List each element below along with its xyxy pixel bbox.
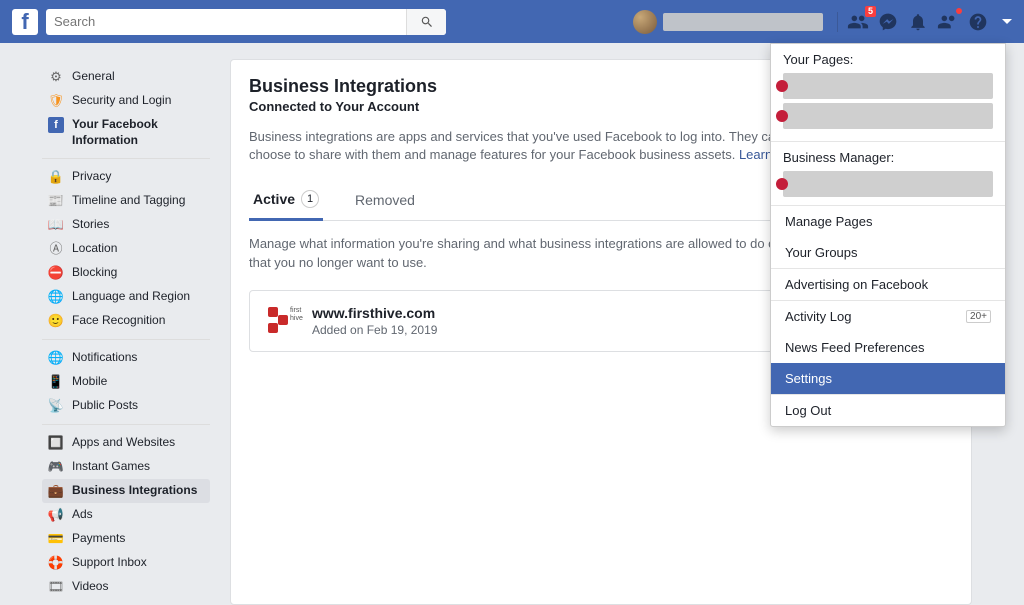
sidebar-item-mobile[interactable]: 📱Mobile <box>42 370 210 394</box>
sidebar-item-videos[interactable]: 🎞Videos <box>42 575 210 599</box>
tab-count: 1 <box>301 190 319 208</box>
dropdown-settings[interactable]: Settings <box>771 363 1005 394</box>
dot-badge <box>956 8 962 14</box>
search-button[interactable] <box>406 9 446 35</box>
timeline-icon: 📰 <box>48 193 64 209</box>
bm-entry-redacted[interactable] <box>783 171 993 197</box>
notifications-icon[interactable] <box>906 10 930 34</box>
dropdown-your-groups[interactable]: Your Groups <box>771 237 1005 268</box>
app-text: www.firsthive.com Added on Feb 19, 2019 <box>312 305 437 337</box>
search-wrap <box>46 9 446 35</box>
separator <box>837 12 838 32</box>
sidebar-item-timeline[interactable]: 📰Timeline and Tagging <box>42 189 210 213</box>
gamepad-icon: 🎮 <box>48 459 64 475</box>
sidebar-item-notifications[interactable]: 🌐Notifications <box>42 346 210 370</box>
sidebar-item-face[interactable]: 🙂Face Recognition <box>42 309 210 333</box>
video-icon: 🎞 <box>48 579 64 595</box>
profile-link[interactable] <box>627 7 829 37</box>
sidebar-item-ads[interactable]: 📢Ads <box>42 503 210 527</box>
sidebar-item-stories[interactable]: 📖Stories <box>42 213 210 237</box>
app-name: www.firsthive.com <box>312 305 437 321</box>
sidebar-item-privacy[interactable]: 🔒Privacy <box>42 165 210 189</box>
globe-icon: 🌐 <box>48 350 64 366</box>
top-nav: f 5 <box>0 0 1024 43</box>
rss-icon: 📡 <box>48 398 64 414</box>
app-added-date: Added on Feb 19, 2019 <box>312 323 437 337</box>
sidebar-item-payments[interactable]: 💳Payments <box>42 527 210 551</box>
sidebar-item-business-integrations[interactable]: 💼Business Integrations <box>42 479 210 503</box>
page-entry-redacted[interactable] <box>783 103 993 129</box>
dropdown-manage-pages[interactable]: Manage Pages <box>771 206 1005 237</box>
page-entry-redacted[interactable] <box>783 73 993 99</box>
sidebar-item-location[interactable]: ⒶLocation <box>42 237 210 261</box>
block-icon: ⛔ <box>48 265 64 281</box>
sidebar-item-instant-games[interactable]: 🎮Instant Games <box>42 455 210 479</box>
face-icon: 🙂 <box>48 313 64 329</box>
topbar-right: 5 <box>627 7 1012 37</box>
activity-count-badge: 20+ <box>966 310 991 323</box>
sidebar-item-language[interactable]: 🌐Language and Region <box>42 285 210 309</box>
lock-icon: 🔒 <box>48 169 64 185</box>
friend-badge: 5 <box>865 6 876 17</box>
app-logo: first hive <box>264 303 300 339</box>
account-menu-caret[interactable] <box>1002 19 1012 24</box>
settings-sidebar: ⚙General 🛡Security and Login fYour Faceb… <box>42 59 210 605</box>
friend-requests-icon[interactable]: 5 <box>846 10 870 34</box>
search-icon <box>420 15 434 29</box>
globe-lang-icon: 🌐 <box>48 289 64 305</box>
sidebar-item-public-posts[interactable]: 📡Public Posts <box>42 394 210 418</box>
tab-removed[interactable]: Removed <box>351 182 419 218</box>
quick-help-icon[interactable] <box>936 10 960 34</box>
messenger-icon[interactable] <box>876 10 900 34</box>
facebook-small-icon: f <box>48 117 64 133</box>
book-icon: 📖 <box>48 217 64 233</box>
dropdown-activity-log[interactable]: Activity Log 20+ <box>771 301 1005 332</box>
lifebuoy-icon: 🛟 <box>48 555 64 571</box>
apps-icon: 🔲 <box>48 435 64 451</box>
account-dropdown: Your Pages: Business Manager: Manage Pag… <box>770 43 1006 427</box>
sidebar-item-your-info[interactable]: fYour Facebook Information <box>42 113 210 152</box>
briefcase-icon: 💼 <box>48 483 64 499</box>
facebook-logo[interactable]: f <box>12 9 38 35</box>
sidebar-item-blocking[interactable]: ⛔Blocking <box>42 261 210 285</box>
shield-icon: 🛡 <box>48 93 64 109</box>
tab-active[interactable]: Active 1 <box>249 180 323 221</box>
gear-icon: ⚙ <box>48 69 64 85</box>
dropdown-bm-heading: Business Manager: <box>783 150 993 165</box>
help-icon[interactable] <box>966 10 990 34</box>
location-icon: Ⓐ <box>48 241 64 257</box>
sidebar-item-apps[interactable]: 🔲Apps and Websites <box>42 431 210 455</box>
dropdown-news-feed[interactable]: News Feed Preferences <box>771 332 1005 363</box>
mobile-icon: 📱 <box>48 374 64 390</box>
dropdown-advertising[interactable]: Advertising on Facebook <box>771 269 1005 300</box>
sidebar-item-security[interactable]: 🛡Security and Login <box>42 89 210 113</box>
profile-name-redacted <box>663 13 823 31</box>
dropdown-log-out[interactable]: Log Out <box>771 395 1005 426</box>
search-input[interactable] <box>46 9 446 35</box>
sidebar-item-general[interactable]: ⚙General <box>42 65 210 89</box>
avatar <box>633 10 657 34</box>
ads-icon: 📢 <box>48 507 64 523</box>
card-icon: 💳 <box>48 531 64 547</box>
dropdown-pages-heading: Your Pages: <box>783 52 993 67</box>
